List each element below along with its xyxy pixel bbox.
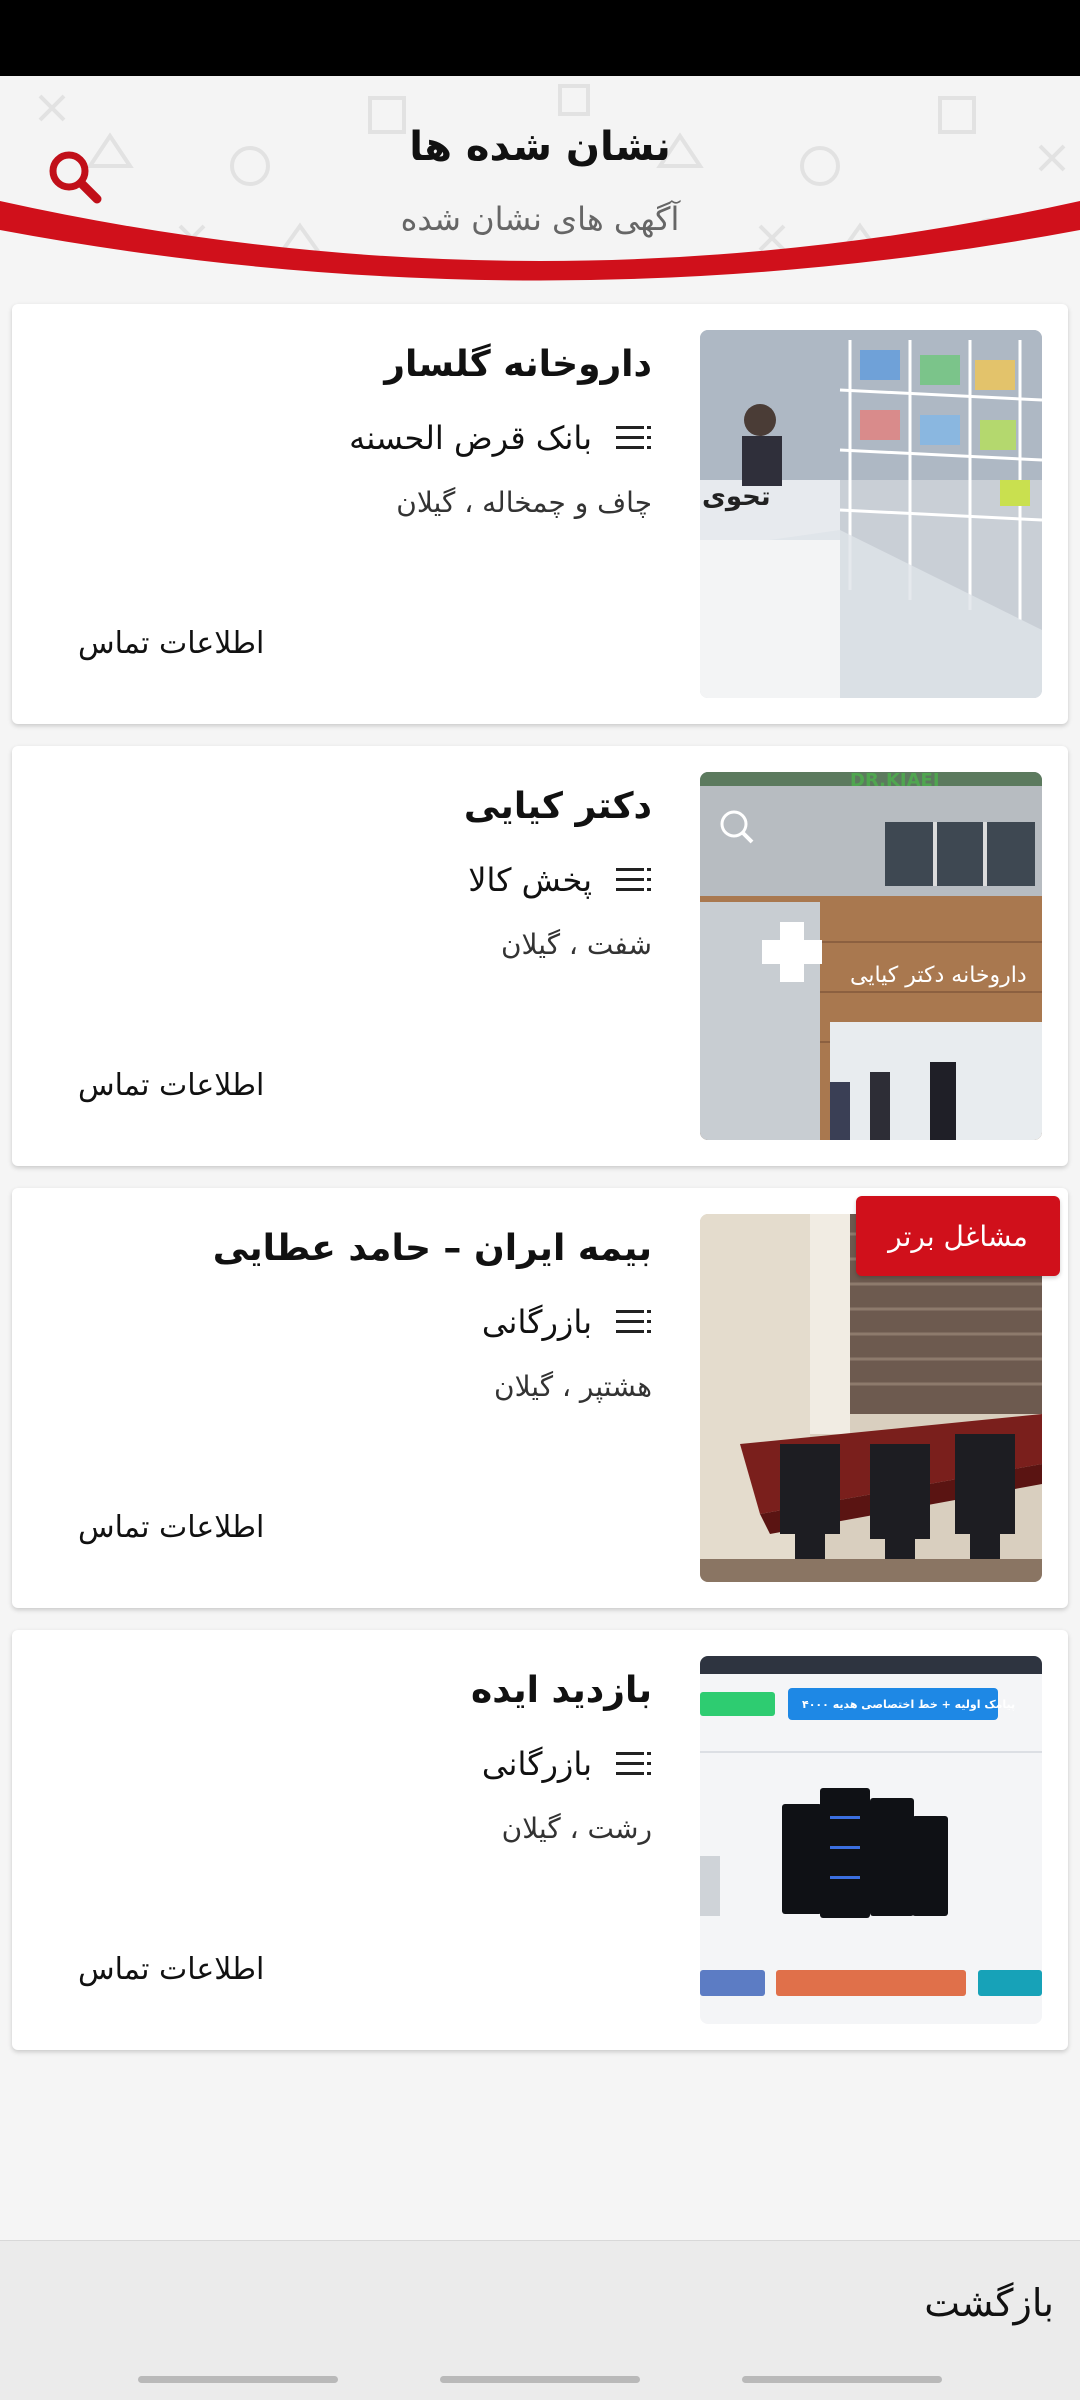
- listing-category: بانک قرض الحسنه: [349, 416, 652, 460]
- page-header: نشان شده ها آگهی های نشان شده: [0, 76, 1080, 286]
- listing-location: رشت ، گیلان: [501, 1812, 652, 1845]
- listing-category-label: بانک قرض الحسنه: [349, 419, 592, 457]
- hosting-banner-text: ۴۰۰۰ پیامک اولیه + خط اختصاصی هدیه: [802, 1698, 1015, 1711]
- listing-card[interactable]: تحوی داروخانه گلسار بانک قرض الحسنه چاف …: [12, 304, 1068, 724]
- listing-category-label: بازرگانی: [481, 1303, 592, 1341]
- listing-title[interactable]: بیمه ایران – حامد عطایی: [213, 1228, 652, 1269]
- list-icon: [616, 1752, 651, 1775]
- listing-category: پخش کالا: [468, 858, 652, 902]
- page-title: نشان شده ها: [409, 124, 671, 170]
- bottom-bar: بازگشت: [0, 2240, 1080, 2360]
- contact-info-button[interactable]: اطلاعات تماس: [78, 1068, 264, 1103]
- svg-text:داروخانه دکتر کیایی: داروخانه دکتر کیایی: [850, 963, 1027, 988]
- listing-category: بازرگانی: [482, 1742, 652, 1786]
- listing-category-label: پخش کالا: [468, 861, 592, 899]
- listing-card[interactable]: ۴۰۰۰ پیامک اولیه + خط اختصاصی هدیه بازدی…: [12, 1630, 1068, 2050]
- nav-recents-button[interactable]: [138, 2376, 338, 2383]
- listing-image[interactable]: تحوی: [700, 330, 1042, 698]
- nav-home-button[interactable]: [440, 2376, 640, 2383]
- svg-text:تحوی: تحوی: [702, 482, 771, 512]
- list-icon: [616, 426, 651, 449]
- listing-location: شفت ، گیلان: [500, 928, 652, 961]
- contact-info-button[interactable]: اطلاعات تماس: [78, 626, 264, 661]
- listing-title[interactable]: دکتر کیایی: [464, 786, 652, 827]
- pharmacy-interior-photo: تحوی: [700, 330, 1042, 698]
- header-pattern-background: [0, 84, 1080, 286]
- listing-category: بازرگانی: [482, 1300, 652, 1344]
- listing-card[interactable]: DR.KIAEI داروخانه دکتر کیایی دکتر کیایی …: [12, 746, 1068, 1166]
- status-bar: [0, 0, 1080, 76]
- listing-card[interactable]: مشاغل برتر بیمه ایران – حامد عطایی بازرگ…: [12, 1188, 1068, 1608]
- list-icon: [616, 868, 651, 891]
- contact-info-button[interactable]: اطلاعات تماس: [78, 1952, 264, 1987]
- listing-image[interactable]: DR.KIAEI داروخانه دکتر کیایی: [700, 772, 1042, 1140]
- listing-title[interactable]: داروخانه گلسار: [384, 344, 652, 385]
- listing-location: چاف و چمخاله ، گیلان: [396, 486, 652, 519]
- nav-back-button[interactable]: [742, 2376, 942, 2383]
- list-icon: [616, 1310, 651, 1333]
- web-hosting-servers-screenshot: ۴۰۰۰ پیامک اولیه + خط اختصاصی هدیه: [700, 1656, 1042, 2024]
- listing-title[interactable]: بازدید ایده: [471, 1670, 652, 1711]
- top-business-badge: مشاغل برتر: [856, 1196, 1060, 1276]
- listing-image[interactable]: ۴۰۰۰ پیامک اولیه + خط اختصاصی هدیه: [700, 1656, 1042, 2024]
- listing-category-label: بازرگانی: [481, 1745, 592, 1783]
- listing-location: هشتپر ، گیلان: [494, 1370, 652, 1403]
- system-navigation-bar: [0, 2360, 1080, 2400]
- page-subtitle: آگهی های نشان شده: [400, 200, 680, 238]
- contact-info-button[interactable]: اطلاعات تماس: [78, 1510, 264, 1545]
- back-button[interactable]: بازگشت: [924, 2281, 1054, 2325]
- pharmacy-storefront-photo: DR.KIAEI داروخانه دکتر کیایی: [700, 772, 1042, 1140]
